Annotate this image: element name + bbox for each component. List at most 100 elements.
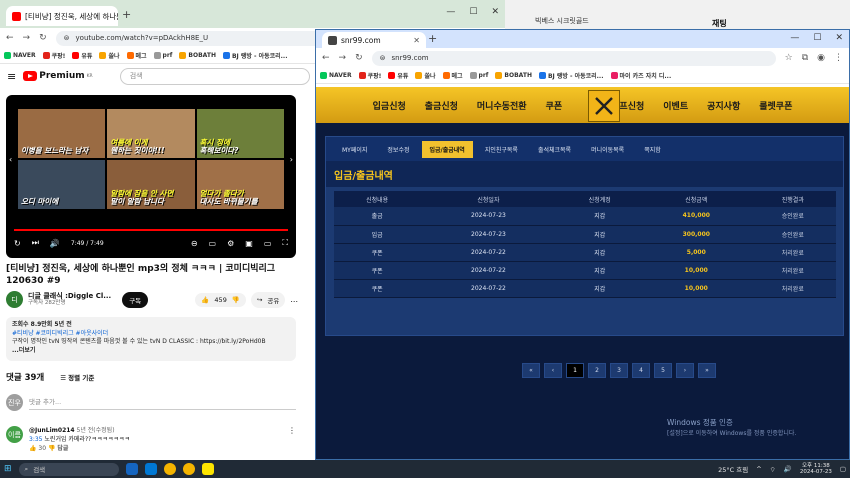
comment-like-icon[interactable]: 👍 — [29, 445, 36, 452]
fullscreen-icon[interactable]: ⛶ — [282, 238, 288, 248]
maximize-icon[interactable]: ☐ — [469, 7, 477, 17]
reload-icon[interactable]: ↻ — [39, 33, 47, 43]
bookmark-item[interactable]: prf — [469, 72, 488, 79]
site-info-icon[interactable]: ⊜ — [64, 34, 70, 42]
task-view-icon[interactable] — [125, 463, 138, 475]
chrome-icon-2[interactable] — [182, 463, 195, 475]
windows-start-icon[interactable]: ⊞ — [4, 464, 12, 474]
tab-deposit-withdraw-history[interactable]: 입금/출금내역 — [421, 140, 473, 158]
prev-frame-icon[interactable]: ‹ — [9, 155, 12, 164]
bookmark-item[interactable]: 쏠나 — [99, 51, 120, 60]
forward-icon[interactable]: → — [23, 33, 31, 43]
show-more-link[interactable]: ...더보기 — [12, 347, 290, 356]
close-tab-icon[interactable]: ✕ — [413, 36, 420, 45]
extensions-icon[interactable]: ⧉ — [802, 53, 808, 63]
bookmark-item[interactable]: 메그 — [442, 71, 463, 80]
chrome-menu-icon[interactable]: ⋮ — [834, 53, 843, 63]
taskbar-search[interactable]: ⌕ 검색 — [18, 462, 119, 476]
chrome-icon[interactable] — [163, 463, 176, 475]
page-button[interactable]: ‹ — [544, 363, 562, 378]
menu-icon[interactable]: ≡ — [7, 70, 16, 83]
bookmark-item[interactable]: 쿠팡! — [42, 51, 65, 60]
nav-coupon[interactable]: 쿠폰 — [546, 99, 563, 112]
bookmark-item[interactable]: BJ 랭방 - 아동코리... — [222, 51, 288, 60]
bookmark-item[interactable]: BOBATH — [179, 52, 216, 59]
bookmark-item[interactable]: prf — [153, 52, 172, 59]
weather-widget[interactable]: 25°C 흐림 — [718, 464, 748, 474]
like-dislike-button[interactable]: 👍 459 👎 — [195, 292, 246, 307]
page-button[interactable]: 3 — [610, 363, 628, 378]
reload-icon[interactable]: ↻ — [355, 53, 363, 63]
close-window-icon[interactable]: ✕ — [491, 7, 499, 17]
volume-icon[interactable]: 🔊 — [784, 465, 792, 473]
bookmark-item[interactable]: 유튜 — [388, 71, 408, 80]
page-button[interactable]: 1 — [566, 363, 584, 378]
forward-icon[interactable]: → — [339, 53, 347, 63]
comment-timestamp-link[interactable]: 3:35 — [29, 436, 42, 443]
tab-money-move[interactable]: 머니이동목록 — [583, 141, 632, 158]
tab-snr99[interactable]: snr99.com ✕ — [322, 32, 426, 48]
tab-mypage[interactable]: MY페이지 — [334, 141, 375, 158]
minimize-icon[interactable]: — — [790, 33, 799, 43]
nav-withdraw[interactable]: 출금신청 — [425, 99, 458, 112]
bookmark-item[interactable]: 메그 — [126, 51, 147, 60]
commenter-avatar[interactable]: 이름 — [6, 426, 23, 443]
comment-menu-icon[interactable]: ⋮ — [288, 426, 296, 453]
page-button[interactable]: » — [698, 363, 716, 378]
more-actions-icon[interactable]: ... — [290, 295, 298, 304]
sort-button[interactable]: ☰ 정렬 기준 — [60, 372, 94, 382]
next-frame-icon[interactable]: › — [290, 155, 293, 164]
back-icon[interactable]: ← — [6, 33, 14, 43]
page-button[interactable]: 4 — [632, 363, 650, 378]
kakaotalk-icon[interactable] — [201, 463, 214, 475]
tab-youtube[interactable]: [티비냥] 정진욱, 세상에 하나뿐 ✕ — [6, 6, 118, 26]
page-button[interactable]: 2 — [588, 363, 606, 378]
close-menu-button[interactable] — [588, 90, 620, 122]
comment-author[interactable]: @JunLim0214 — [29, 427, 75, 434]
bookmark-item[interactable]: NAVER — [320, 72, 352, 79]
youtube-logo[interactable]: Premium KR — [23, 71, 93, 81]
network-icon[interactable]: ⌔ — [770, 465, 776, 474]
bookmark-item[interactable]: 유튜 — [72, 51, 92, 60]
url-input[interactable]: ⊜ snr99.com — [371, 50, 776, 66]
bookmark-item[interactable]: 쿠팡! — [358, 71, 381, 80]
comment-dislike-icon[interactable]: 👎 — [48, 445, 55, 452]
tray-chevron-icon[interactable]: ^ — [756, 465, 761, 473]
bookmark-star-icon[interactable]: ☆ — [785, 53, 793, 63]
edge-icon[interactable] — [144, 463, 157, 475]
channel-avatar[interactable]: 디 — [6, 291, 23, 308]
new-tab-icon[interactable]: + — [428, 32, 437, 45]
new-tab-icon[interactable]: + — [122, 8, 131, 21]
maximize-icon[interactable]: ☐ — [813, 33, 821, 43]
page-button[interactable]: 5 — [654, 363, 672, 378]
notification-icon[interactable]: ▢ — [840, 465, 846, 473]
tab-messages[interactable]: 쪽지함 — [636, 141, 669, 158]
youtube-search-input[interactable]: 검색 — [119, 67, 310, 85]
nav-event[interactable]: 이벤트 — [663, 99, 688, 112]
bookmark-item[interactable]: NAVER — [4, 52, 36, 59]
thumbs-down-icon[interactable]: 👎 — [232, 296, 240, 304]
settings-icon[interactable]: ⚙ — [227, 239, 234, 248]
tab-friends[interactable]: 지인친구목록 — [477, 141, 526, 158]
nav-notice[interactable]: 공지사항 — [707, 99, 740, 112]
tab-edit-info[interactable]: 정보수정 — [379, 141, 417, 158]
nav-money-convert[interactable]: 머니수동전환 — [477, 99, 527, 112]
clock[interactable]: 오후 11:38 2024-07-23 — [800, 463, 832, 476]
subtitles-icon[interactable]: ▭ — [209, 239, 217, 248]
theater-mode-icon[interactable]: ▭ — [264, 239, 272, 248]
video-player[interactable]: 이병을 보느라는 남자 여름에 이게 웬하는 짓이야!!! 혹시 정에 혹해보이다?… — [6, 95, 296, 258]
comment-input[interactable]: 댓글 추가... — [29, 396, 296, 410]
replay-icon[interactable]: ↻ — [14, 239, 21, 248]
miniplayer-icon[interactable]: ▣ — [245, 239, 253, 248]
profile-icon[interactable]: ◉ — [817, 53, 825, 63]
nav-deposit[interactable]: 입금신청 — [373, 99, 406, 112]
nav-roulette-coupon[interactable]: 룰렛쿠폰 — [759, 99, 792, 112]
bookmark-item[interactable]: 쏠나 — [415, 71, 436, 80]
video-progress-bar[interactable] — [14, 229, 288, 231]
bookmark-item[interactable]: BOBATH — [495, 72, 532, 79]
tab-attendance[interactable]: 출석체크목록 — [530, 141, 579, 158]
bookmark-item[interactable]: BJ 랭방 - 아동코리... — [538, 71, 604, 80]
reply-button[interactable]: 답글 — [57, 445, 68, 452]
minimize-icon[interactable]: — — [446, 7, 455, 17]
site-info-icon[interactable]: ⊜ — [380, 54, 386, 62]
